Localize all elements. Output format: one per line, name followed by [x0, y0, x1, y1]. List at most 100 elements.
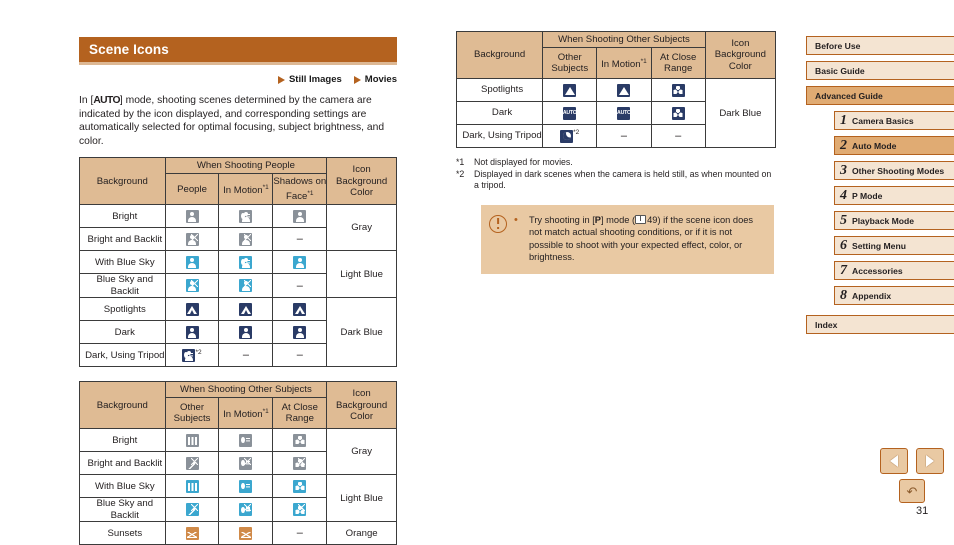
- row-background-label: Spotlights: [79, 297, 166, 322]
- header-col-0: Other Subjects: [164, 397, 220, 430]
- cell-icon: [218, 204, 274, 229]
- scene-icon: [239, 433, 253, 447]
- header-group: When Shooting Other Subjects: [164, 381, 328, 399]
- cell-icon: [218, 320, 274, 345]
- footnote-row: *2 Displayed in dark scenes when the came…: [456, 169, 776, 192]
- section-banner: Scene Icons: [79, 37, 397, 62]
- chevron-right-icon: [926, 455, 934, 467]
- cell-icon: [272, 497, 328, 523]
- scene-icon: [185, 479, 199, 493]
- header-group: When Shooting People: [164, 157, 328, 175]
- cell-icon: [272, 451, 328, 476]
- cell-icon: *2: [542, 124, 598, 148]
- tag-still-images: Still Images: [277, 74, 342, 85]
- sidebar-item-label: P Mode: [852, 190, 883, 201]
- empty-cell-dash: –: [296, 349, 303, 362]
- cell-icon: [164, 320, 220, 345]
- cell-icon: [164, 273, 220, 299]
- next-page-button[interactable]: [916, 448, 944, 474]
- sidebar-item-other-shooting-modes[interactable]: 3 Other Shooting Modes: [834, 161, 954, 180]
- home-button[interactable]: ↶: [899, 479, 925, 503]
- header-col-0: Other Subjects: [542, 47, 598, 79]
- cell-icon: [218, 250, 274, 275]
- sidebar-item-accessories[interactable]: 7 Accessories: [834, 261, 954, 280]
- sidebar-item-playback-mode[interactable]: 5 Playback Mode: [834, 211, 954, 230]
- header-background: Background: [455, 31, 544, 79]
- exclamation-icon: [489, 214, 507, 233]
- sidebar-item-index[interactable]: Index: [806, 315, 954, 334]
- cell-icon-background-color: Dark Blue: [704, 78, 777, 148]
- scene-icon: [293, 479, 307, 493]
- sidebar-item-auto-mode[interactable]: 2 Auto Mode: [834, 136, 954, 155]
- scene-icon: [239, 302, 253, 316]
- cell-icon-background-color: Gray: [326, 428, 397, 476]
- scene-icon: [293, 503, 307, 517]
- previous-page-button[interactable]: [880, 448, 908, 474]
- table-row: Sunsets – Orange: [79, 521, 397, 545]
- scene-icon: [239, 456, 253, 470]
- scene-icon: [239, 526, 253, 540]
- cell-icon: [596, 78, 652, 102]
- tag-movies-label: Movies: [364, 74, 397, 85]
- sidebar-item-label: Index: [815, 319, 838, 330]
- empty-cell-dash: –: [620, 130, 628, 142]
- sidebar-item-advanced-guide[interactable]: Advanced Guide: [806, 86, 954, 105]
- chevron-left-icon: [890, 455, 898, 467]
- footnote-mark: *1: [456, 157, 465, 167]
- scene-icon: [185, 232, 199, 246]
- cell-icon: [218, 428, 274, 453]
- sidebar-item-basic-guide[interactable]: Basic Guide: [806, 61, 954, 80]
- scene-icon: [671, 106, 685, 120]
- empty-cell-dash: –: [296, 279, 303, 292]
- cell-icon-background-color: Light Blue: [326, 250, 397, 299]
- table-row: Bright Gray: [79, 204, 397, 252]
- page-title: Scene Icons: [89, 42, 169, 57]
- footnote-marker: *2: [573, 129, 580, 137]
- row-background-label: Dark, Using Tripod: [79, 343, 166, 368]
- cell-icon: [218, 451, 274, 476]
- header-col-1: In Motion*1: [218, 173, 274, 206]
- intro-suffix: ] mode, shooting scenes determined by th…: [79, 95, 385, 147]
- sidebar-item-label: Other Shooting Modes: [852, 165, 945, 176]
- sidebar-chapter-number: 8: [840, 287, 847, 303]
- sidebar-item-label: Auto Mode: [852, 140, 897, 151]
- page-navigation: ↶: [880, 448, 944, 503]
- header-background: Background: [79, 157, 166, 206]
- intro-paragraph: In [AUTO] mode, shooting scenes determin…: [79, 94, 397, 148]
- cell-icon: [272, 297, 328, 322]
- sidebar-chapter-number: 5: [840, 212, 847, 228]
- sidebar-item-before-use[interactable]: Before Use: [806, 36, 954, 55]
- row-background-label: Spotlights: [455, 78, 544, 102]
- sidebar-item-setting-menu[interactable]: 6 Setting Menu: [834, 236, 954, 255]
- cell-icon: [272, 474, 328, 499]
- cell-icon: [650, 78, 706, 102]
- row-background-label: Bright: [79, 204, 166, 229]
- manual-page: Scene Icons Still Images Movies In [AUTO…: [0, 0, 954, 545]
- scene-icon: [185, 302, 199, 316]
- scene-icon: [293, 433, 307, 447]
- footnote-text: Not displayed for movies.: [474, 157, 573, 167]
- tip-page-ref[interactable]: 49: [647, 215, 657, 225]
- arrow-buttons: [880, 448, 944, 474]
- table-row: Spotlights Dark Blue: [79, 297, 397, 368]
- scene-icon: [182, 348, 196, 362]
- header-col-1: In Motion*1: [218, 397, 274, 430]
- auto-mode-badge: AUTO: [93, 95, 120, 106]
- footnote-mark: *2: [456, 168, 465, 179]
- triangle-icon: [353, 75, 361, 84]
- sidebar-item-appendix[interactable]: 8 Appendix: [834, 286, 954, 305]
- sidebar-item-p-mode[interactable]: 4 P Mode: [834, 186, 954, 205]
- sidebar-item-label: Advanced Guide: [815, 90, 883, 101]
- table-when-shooting-people: Background When Shooting People Icon Backg…: [79, 157, 397, 368]
- sidebar-item-camera-basics[interactable]: 1 Camera Basics: [834, 111, 954, 130]
- table-row: Spotlights Dark Blue: [455, 78, 777, 148]
- footnote-text: Displayed in dark scenes when the camera…: [474, 168, 772, 191]
- scene-icon: [185, 503, 199, 517]
- empty-cell-dash: –: [675, 130, 682, 142]
- cell-icon: –: [272, 343, 328, 368]
- sidebar-chapter-number: 6: [840, 237, 847, 253]
- scene-icon: [185, 456, 199, 470]
- empty-cell-dash: –: [242, 349, 249, 362]
- manual-page-icon: [635, 214, 647, 224]
- cell-icon: [650, 101, 706, 125]
